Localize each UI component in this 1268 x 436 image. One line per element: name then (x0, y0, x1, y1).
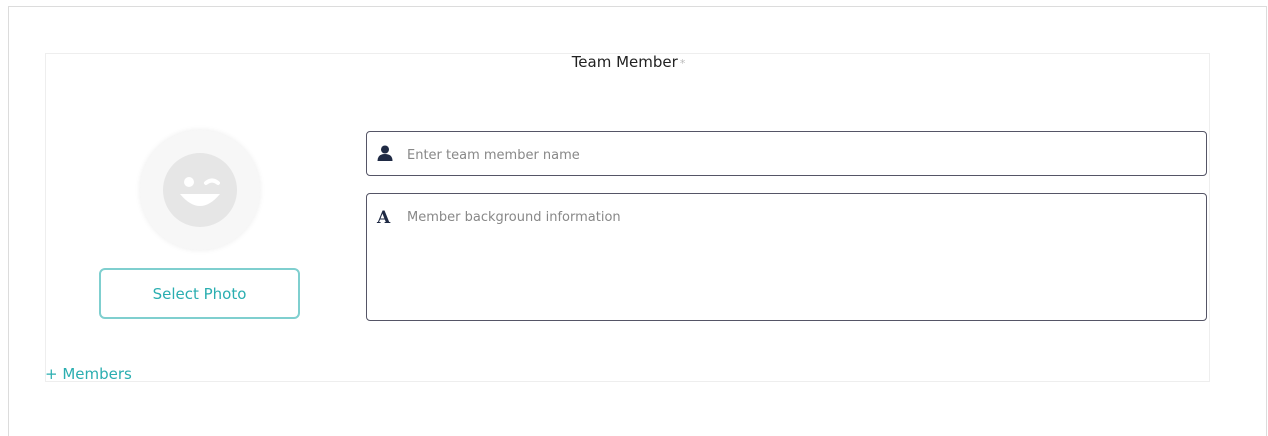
select-photo-button[interactable]: Select Photo (99, 268, 300, 319)
member-name-input[interactable] (405, 142, 1189, 168)
section-title: Team Member * (46, 54, 1211, 72)
add-members-link[interactable]: + Members (45, 365, 132, 383)
member-bio-field[interactable]: A (366, 193, 1207, 321)
text-icon: A (377, 208, 391, 228)
member-bio-textarea[interactable] (405, 208, 1199, 312)
user-icon (377, 145, 393, 165)
member-name-field[interactable] (366, 131, 1207, 176)
avatar (140, 130, 260, 250)
required-mark: * (679, 57, 686, 70)
section-title-text: Team Member (571, 53, 678, 71)
winking-face-icon (163, 153, 237, 227)
